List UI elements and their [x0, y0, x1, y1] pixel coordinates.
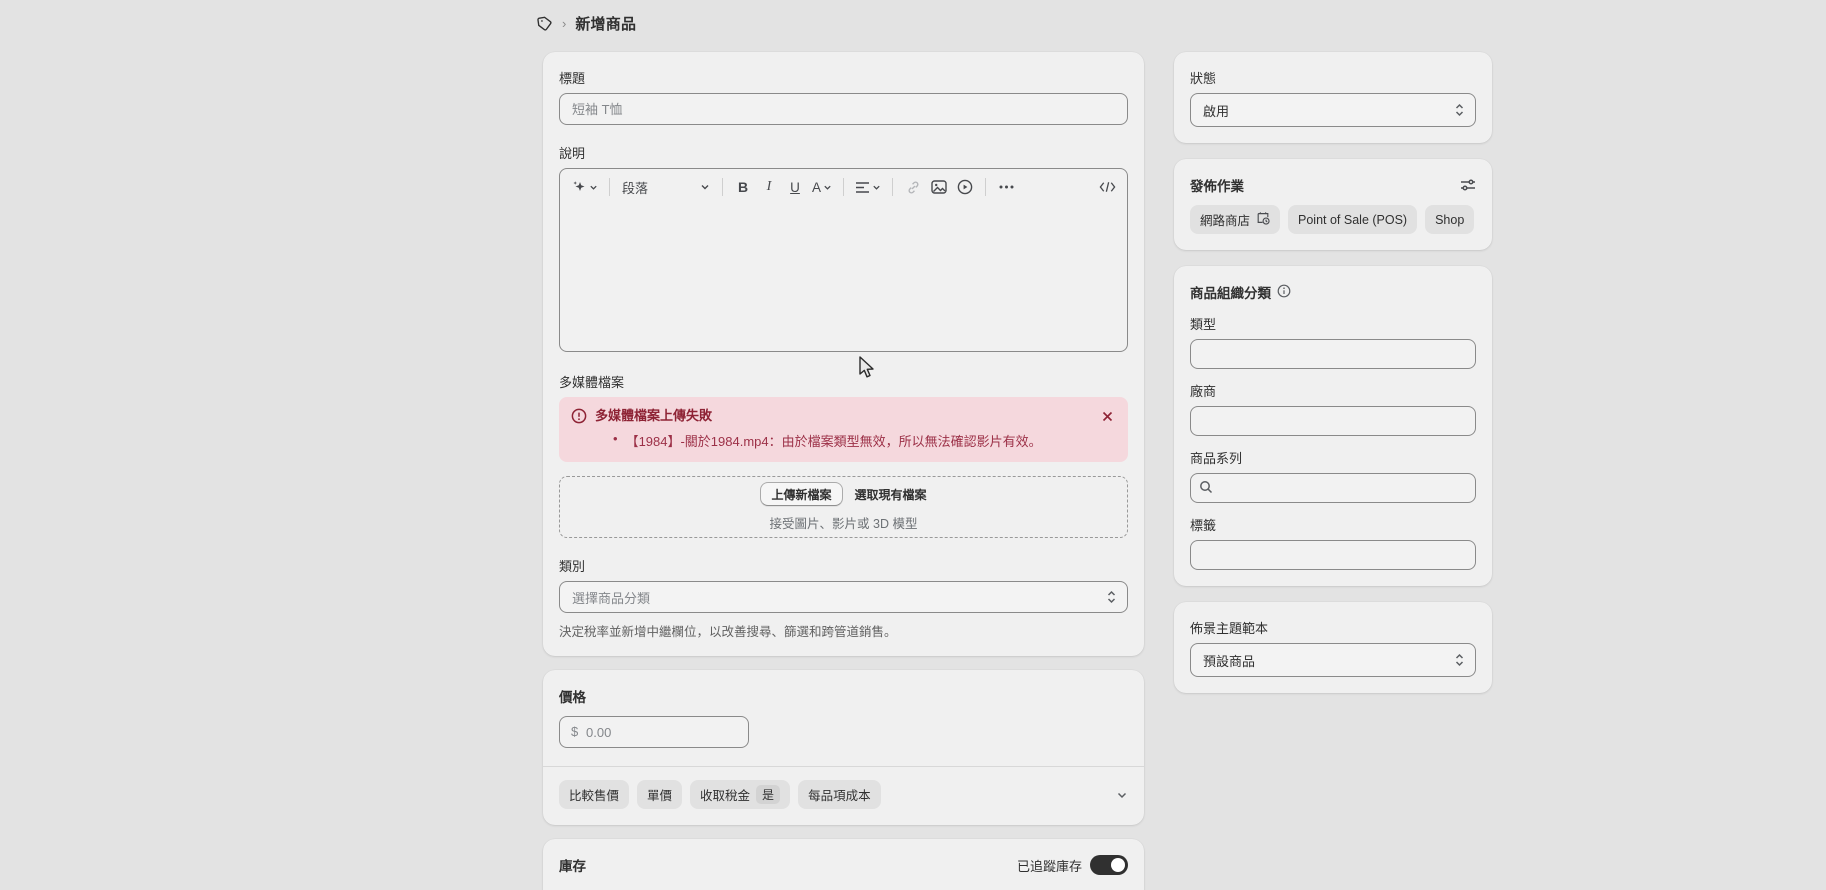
code-view-icon[interactable] — [1095, 174, 1119, 200]
expand-pricing-chevron-icon[interactable] — [1116, 789, 1128, 801]
page-title: 新增商品 — [575, 13, 636, 34]
compare-at-price-chip[interactable]: 比較售價 — [559, 780, 629, 809]
charge-tax-chip[interactable]: 收取稅金 是 — [690, 780, 790, 809]
title-input[interactable] — [559, 93, 1128, 125]
pricing-options-row: 比較售價 單價 收取稅金 是 每品項成本 — [559, 767, 1128, 809]
title-label: 標題 — [559, 68, 1128, 87]
track-inventory-label: 已追蹤庫存 — [1017, 856, 1082, 875]
editor-toolbar: 段落 B I U A — [560, 169, 1127, 205]
type-input[interactable] — [1190, 339, 1476, 369]
search-icon — [1199, 480, 1213, 499]
vendor-label: 廠商 — [1190, 381, 1476, 400]
chevron-down-icon — [823, 183, 832, 192]
pricing-heading: 價格 — [559, 686, 1128, 706]
media-dropzone[interactable]: 上傳新檔案 選取現有檔案 接受圖片、影片或 3D 模型 — [559, 476, 1128, 538]
underline-button[interactable]: U — [783, 174, 807, 200]
type-label: 類型 — [1190, 314, 1476, 333]
italic-button[interactable]: I — [757, 174, 781, 200]
tags-label: 標籤 — [1190, 515, 1476, 534]
publishing-heading: 發佈作業 — [1190, 175, 1244, 195]
category-select-value: 選擇商品分類 — [572, 588, 650, 607]
publishing-card: 發佈作業 網路商店 — [1174, 159, 1492, 250]
collections-label: 商品系列 — [1190, 448, 1476, 467]
breadcrumb: › 新增商品 — [536, 13, 636, 34]
media-upload-error-banner: 多媒體檔案上傳失敗 【1984】-關於1984.mp4：由於檔案類型無效，所以無… — [559, 397, 1128, 462]
chevron-down-icon — [700, 182, 710, 192]
media-label: 多媒體檔案 — [559, 372, 1128, 391]
chip-label: 比較售價 — [569, 785, 619, 804]
alert-error-text: 【1984】-關於1984.mp4：由於檔案類型無效，所以無法確認影片有效。 — [626, 431, 1042, 450]
alert-critical-icon — [571, 408, 587, 450]
vendor-input[interactable] — [1190, 406, 1476, 436]
select-chevrons-icon — [1454, 103, 1465, 117]
upload-new-file-button[interactable]: 上傳新檔案 — [760, 482, 842, 506]
description-editor: 段落 B I U A — [559, 168, 1128, 352]
alert-title: 多媒體檔案上傳失敗 — [595, 407, 1090, 425]
organization-heading: 商品組織分類 — [1190, 282, 1271, 302]
media-accept-hint: 接受圖片、影片或 3D 模型 — [770, 513, 918, 532]
theme-template-value: 預設商品 — [1203, 651, 1255, 670]
theme-template-label: 佈景主題範本 — [1190, 618, 1476, 637]
add-product-page: › 新增商品 標題 說明 — [0, 0, 1826, 890]
status-label: 狀態 — [1190, 68, 1476, 87]
select-chevrons-icon — [1454, 653, 1465, 667]
chip-label: Shop — [1435, 213, 1464, 227]
status-select-value: 啟用 — [1203, 101, 1229, 120]
tags-input[interactable] — [1190, 540, 1476, 570]
description-label: 說明 — [559, 143, 1128, 162]
products-tag-icon[interactable] — [536, 15, 553, 32]
channel-online-store-chip[interactable]: 網路商店 — [1190, 205, 1280, 234]
alert-error-item: 【1984】-關於1984.mp4：由於檔案類型無效，所以無法確認影片有效。 — [595, 431, 1090, 450]
chip-label: Point of Sale (POS) — [1298, 213, 1407, 227]
insert-video-icon[interactable] — [953, 174, 977, 200]
category-label: 類別 — [559, 556, 1128, 575]
info-icon[interactable] — [1277, 284, 1291, 301]
ai-magic-icon[interactable] — [568, 174, 601, 200]
cost-per-item-chip[interactable]: 每品項成本 — [798, 780, 881, 809]
category-select[interactable]: 選擇商品分類 — [559, 581, 1128, 613]
manage-channels-icon[interactable] — [1460, 178, 1476, 192]
alignment-button[interactable] — [852, 174, 884, 200]
product-organization-card: 商品組織分類 類型 廠商 商品系列 — [1174, 266, 1492, 586]
status-select[interactable]: 啟用 — [1190, 93, 1476, 127]
pricing-card: 價格 $ 比較售價 單價 收取稅金 是 每品項成本 — [543, 670, 1144, 825]
insert-image-icon[interactable] — [927, 174, 951, 200]
text-color-button[interactable]: A — [809, 174, 835, 200]
schedule-calendar-clock-icon[interactable] — [1256, 211, 1270, 228]
chevron-down-icon — [872, 183, 881, 192]
collections-search-input[interactable] — [1190, 473, 1476, 503]
alert-close-icon[interactable] — [1098, 407, 1116, 425]
unit-price-chip[interactable]: 單價 — [637, 780, 682, 809]
status-card: 狀態 啟用 — [1174, 52, 1492, 143]
chip-label: 每品項成本 — [808, 785, 871, 804]
bold-button[interactable]: B — [731, 174, 755, 200]
description-textarea[interactable] — [560, 205, 1127, 352]
select-existing-file-button[interactable]: 選取現有檔案 — [855, 486, 927, 503]
breadcrumb-separator-icon: › — [562, 16, 566, 31]
chip-label: 網路商店 — [1200, 210, 1250, 229]
link-icon[interactable] — [901, 174, 925, 200]
channel-pos-chip[interactable]: Point of Sale (POS) — [1288, 205, 1417, 234]
charge-tax-value-badge: 是 — [756, 785, 780, 804]
category-help-text: 決定稅率並新增中繼欄位，以改善搜尋、篩選和跨管道銷售。 — [559, 621, 1128, 640]
theme-template-card: 佈景主題範本 預設商品 — [1174, 602, 1492, 693]
paragraph-style-select[interactable]: 段落 — [618, 174, 714, 200]
track-inventory-toggle[interactable] — [1090, 855, 1128, 875]
chip-label: 收取稅金 — [700, 785, 750, 804]
chip-label: 單價 — [647, 785, 672, 804]
inventory-heading: 庫存 — [559, 855, 586, 875]
paragraph-select-value: 段落 — [622, 178, 648, 197]
price-input[interactable] — [559, 716, 749, 748]
select-chevrons-icon — [1106, 590, 1117, 604]
currency-prefix: $ — [571, 724, 578, 739]
theme-template-select[interactable]: 預設商品 — [1190, 643, 1476, 677]
more-options-icon[interactable] — [994, 174, 1018, 200]
text-color-label: A — [812, 180, 821, 195]
product-details-card: 標題 說明 段落 — [543, 52, 1144, 656]
channel-shop-chip[interactable]: Shop — [1425, 205, 1474, 234]
inventory-card: 庫存 已追蹤庫存 — [543, 839, 1144, 890]
